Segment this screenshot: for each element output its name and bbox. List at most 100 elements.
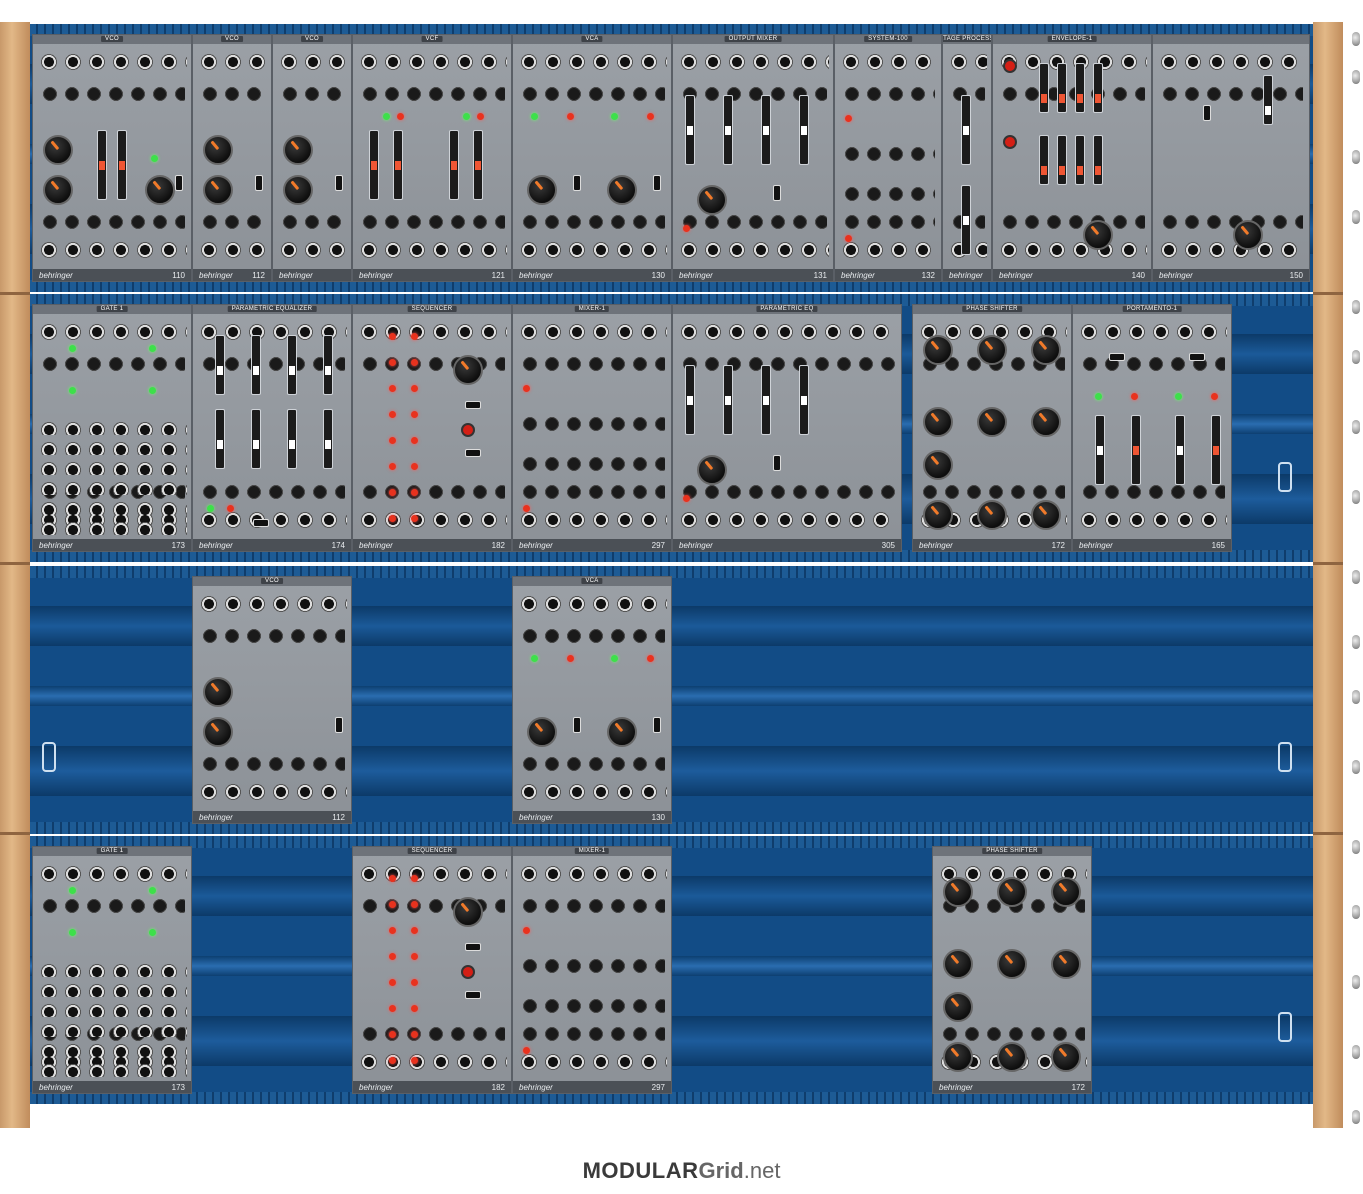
input-jacks[interactable] [357,861,507,887]
input-jacks[interactable] [37,861,187,887]
module-eq[interactable]: PARAMETRIC EQUALIZER behringer 174 [192,304,352,552]
module-vca[interactable]: VCA behringer 130 [512,34,672,282]
modulargrid-logo[interactable]: MODULARGrid.net [0,1158,1363,1184]
knob-row[interactable] [919,483,1065,501]
freq-range-switch[interactable] [1203,105,1211,121]
start-stop-button[interactable] [461,423,475,437]
repeat-switch[interactable] [465,943,481,951]
module-vco[interactable]: VCO behringer [272,34,352,282]
voltage-fader[interactable] [961,95,971,165]
resonance-knob[interactable] [1031,335,1061,365]
knob-row[interactable] [679,213,827,231]
lag-fader[interactable] [1263,75,1273,125]
knob-row[interactable] [519,355,665,373]
knob-row[interactable] [999,213,1145,231]
portamento-fader[interactable] [1131,415,1141,485]
portamento-fader[interactable] [1175,415,1185,485]
input-jacks[interactable] [517,591,667,617]
input-jacks[interactable] [517,319,667,345]
input-jacks[interactable] [517,49,667,75]
multiple-jacks[interactable] [37,977,187,997]
res-fader[interactable] [393,130,403,200]
mixer-knob-row[interactable] [519,957,665,975]
input-jacks[interactable] [839,49,937,75]
output-jacks[interactable] [197,777,347,807]
cutoff-fader[interactable] [97,130,107,200]
output-jacks[interactable] [357,235,507,265]
module-outmix2[interactable]: PARAMETRIC EQ behringer 305 [672,304,902,552]
initial-gain-knob[interactable] [527,175,557,205]
sync-switch[interactable] [255,175,263,191]
mod-intensity-knob[interactable] [943,949,973,979]
knob-row[interactable] [519,897,665,915]
level-fader[interactable] [799,95,809,165]
module-outmix[interactable]: OUTPUT MIXER behringer 131 [672,34,834,282]
knob-row[interactable] [519,213,665,231]
knob-row[interactable] [359,355,505,373]
repeat-switch[interactable] [465,401,481,409]
mod-intensity-knob[interactable] [943,877,973,907]
portamento-fader[interactable] [1095,415,1105,485]
porta-switch[interactable] [1189,353,1205,361]
output-jacks[interactable] [197,235,267,265]
envelope-fader[interactable] [1039,63,1049,113]
knob-row[interactable] [199,755,345,773]
linear-switch[interactable] [653,717,661,733]
threshold-knob[interactable] [923,500,953,530]
module-dualmix[interactable]: MIXER-1 behringer 297 [512,304,672,552]
output-jacks[interactable] [197,505,347,535]
multiple-jacks[interactable] [37,435,187,455]
level-fader[interactable] [685,95,695,165]
knob-row[interactable] [519,755,665,773]
eq-bandwidth-fader[interactable] [251,409,261,469]
eq-level-fader[interactable] [215,335,225,395]
output-jacks[interactable] [277,235,347,265]
mixer-knob-row[interactable] [519,455,665,473]
output-jacks[interactable] [517,505,667,535]
multiple-jacks[interactable] [37,495,187,515]
waveform-knob[interactable] [1083,220,1113,250]
input-jacks[interactable] [997,49,1147,75]
module-phase[interactable]: PHASE SHIFTER behringer 172 [932,846,1092,1094]
level-fader[interactable] [761,365,771,435]
input-jacks[interactable] [947,49,987,75]
input-jacks[interactable] [1077,319,1227,345]
manual-gate-button[interactable] [1003,135,1017,149]
sync-switch[interactable] [335,175,343,191]
eq-bandwidth-fader[interactable] [323,409,333,469]
input-jacks[interactable] [277,49,347,75]
knob-row[interactable] [841,85,935,103]
knob-row[interactable] [39,355,185,373]
knob-row[interactable] [1159,213,1303,231]
range-knob[interactable] [43,135,73,165]
envelope-fader[interactable] [1039,135,1049,185]
input-jacks[interactable] [197,49,267,75]
parallel-switch[interactable] [465,991,481,999]
module-seq[interactable]: SEQUENCER behringer 182 [352,846,512,1094]
knob-row[interactable] [279,213,345,231]
delay-time-knob[interactable] [977,407,1007,437]
module-vco[interactable]: VCO behringer 112 [192,34,272,282]
linear-switch[interactable] [573,175,581,191]
knob-row[interactable] [519,483,665,501]
porta-switch[interactable] [1109,353,1125,361]
eq-bandwidth-fader[interactable] [287,409,297,469]
knob-row[interactable] [999,85,1145,103]
eq-bandwidth-fader[interactable] [215,409,225,469]
step-number-knob[interactable] [453,355,483,385]
portamento-fader[interactable] [1211,415,1221,485]
pitch-knob[interactable] [43,175,73,205]
start-stop-button[interactable] [461,965,475,979]
initial-gain-knob[interactable] [607,175,637,205]
input-jacks[interactable] [37,319,187,345]
knob-row[interactable] [199,85,265,103]
step-number-knob[interactable] [453,897,483,927]
freq-switch[interactable] [773,455,781,471]
range-knob[interactable] [283,135,313,165]
input-jacks[interactable] [357,319,507,345]
waveform-knob[interactable] [1233,220,1263,250]
multiple-jacks[interactable] [37,1017,187,1037]
frequency-knob[interactable] [943,992,973,1022]
knob-row[interactable] [679,483,895,501]
envelope-fader[interactable] [1093,135,1103,185]
